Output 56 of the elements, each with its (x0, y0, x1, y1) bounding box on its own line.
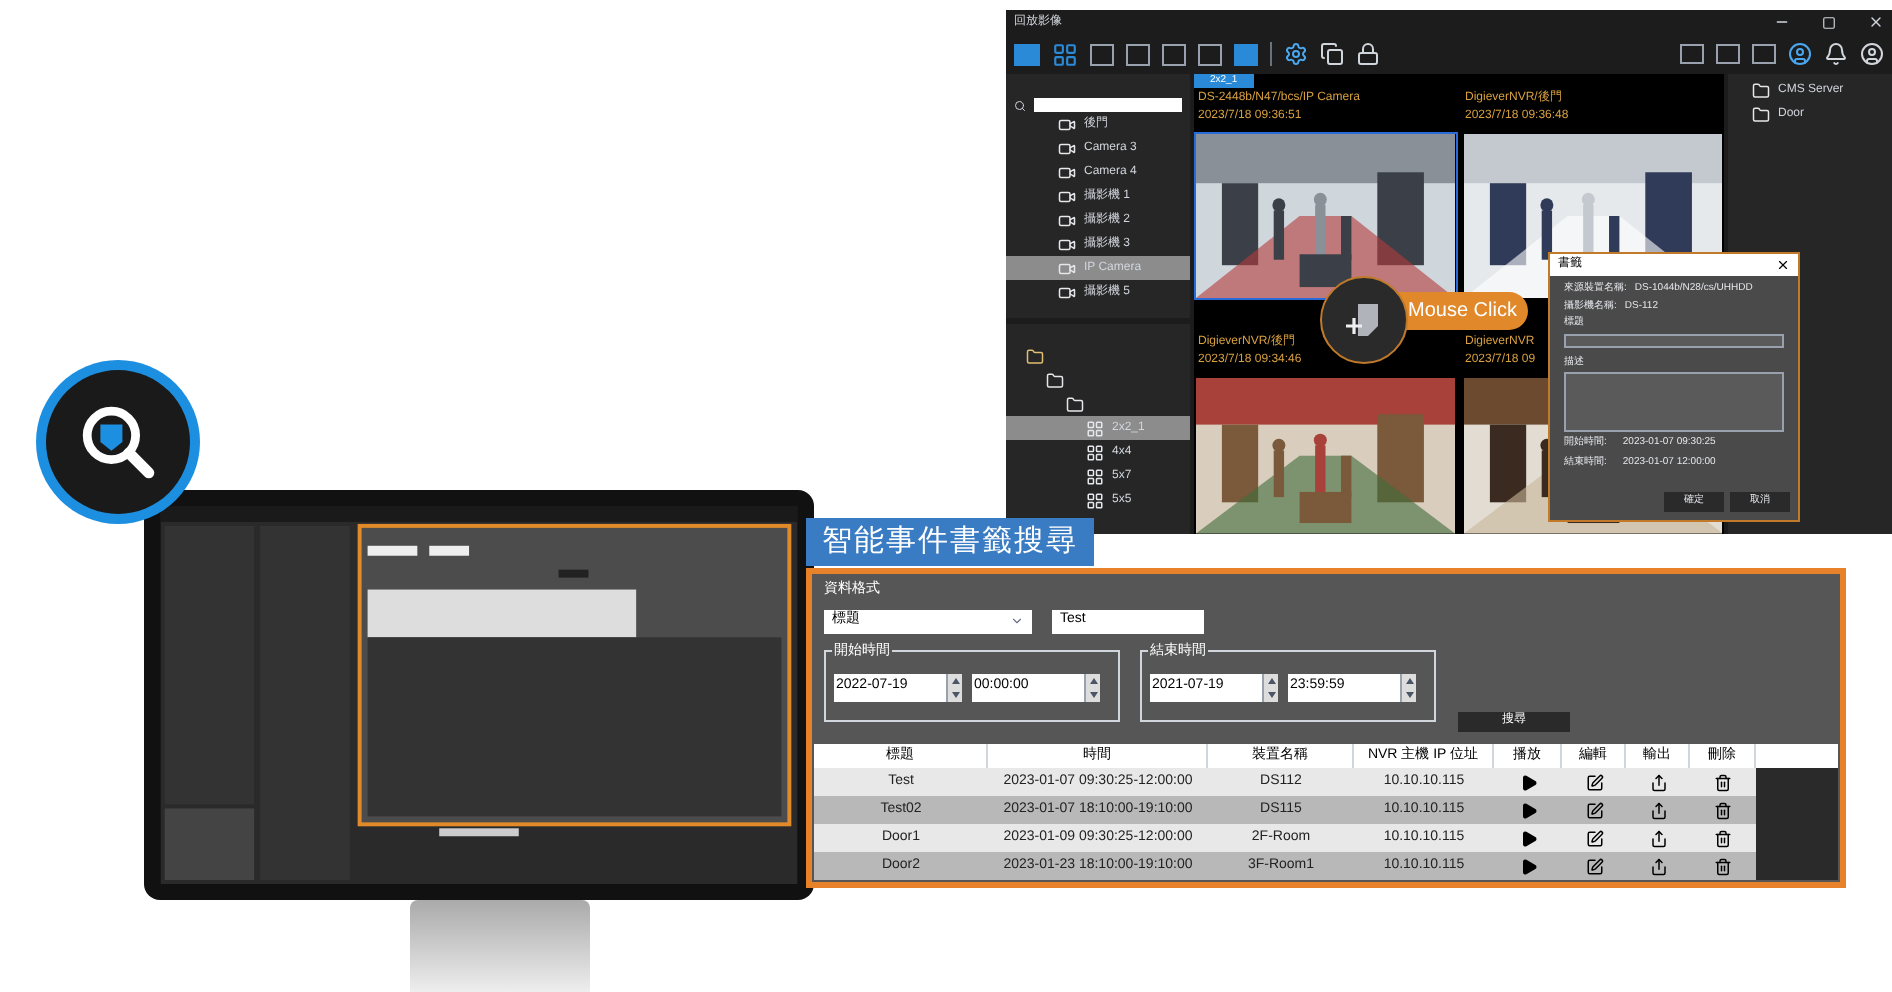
edit-icon[interactable] (1585, 857, 1603, 875)
edit-icon[interactable] (1585, 829, 1603, 847)
layout-icon[interactable] (1090, 43, 1114, 65)
export-icon[interactable] (1649, 829, 1667, 847)
camera-icon (1058, 139, 1076, 157)
panel-icon[interactable] (1752, 44, 1776, 64)
lock-icon[interactable] (1356, 42, 1380, 66)
user-icon[interactable] (1860, 42, 1884, 66)
settings-icon[interactable] (1284, 42, 1308, 66)
grid-icon (1086, 467, 1104, 485)
panel-icon[interactable] (1716, 44, 1740, 64)
title-field[interactable] (1564, 333, 1784, 347)
layout-icon[interactable] (1234, 43, 1258, 65)
camera-icon (1058, 259, 1076, 277)
feature-title: 智能事件書籤搜尋 (806, 518, 1094, 566)
layout-icon[interactable] (1126, 43, 1150, 65)
delete-icon[interactable] (1714, 829, 1732, 847)
grid-icon (1086, 491, 1104, 509)
folder-icon (1066, 395, 1084, 413)
spinner-icon[interactable] (1262, 673, 1278, 701)
camera-icon (1058, 187, 1076, 205)
panel-icon[interactable] (1680, 44, 1704, 64)
spinner-icon[interactable] (1084, 673, 1100, 701)
bell-icon[interactable] (1824, 42, 1848, 66)
spinner-icon[interactable] (1400, 673, 1416, 701)
edit-icon[interactable] (1585, 801, 1603, 819)
export-icon[interactable] (1649, 857, 1667, 875)
close-icon[interactable] (1776, 258, 1790, 272)
server-icon (1752, 105, 1770, 123)
camera-icon (1058, 211, 1076, 229)
server-icon (1752, 81, 1770, 99)
description-field[interactable] (1564, 372, 1784, 432)
delete-icon[interactable] (1714, 857, 1732, 875)
edit-icon[interactable] (1585, 773, 1603, 791)
export-icon[interactable] (1649, 801, 1667, 819)
delete-icon[interactable] (1714, 801, 1732, 819)
search-icon[interactable] (1014, 99, 1026, 111)
camera-icon (1058, 283, 1076, 301)
layout-icon[interactable] (1198, 43, 1222, 65)
grid-icon (1086, 419, 1104, 437)
camera-icon (1058, 115, 1076, 133)
layout-4-icon[interactable] (1052, 41, 1078, 67)
layout-icon[interactable] (1162, 43, 1186, 65)
camera-icon (1058, 163, 1076, 181)
filter-field[interactable] (1034, 98, 1182, 112)
grid-icon (1086, 443, 1104, 461)
layout-1-icon[interactable] (1014, 43, 1040, 65)
maximize-icon[interactable] (1822, 15, 1836, 29)
delete-icon[interactable] (1714, 773, 1732, 791)
folder-icon (1026, 347, 1044, 365)
copy-icon[interactable] (1320, 42, 1344, 66)
camera-icon (1058, 235, 1076, 253)
folder-icon (1046, 371, 1064, 389)
chevron-down-icon (1010, 614, 1024, 628)
export-icon[interactable] (1649, 773, 1667, 791)
spinner-icon[interactable] (946, 673, 962, 701)
